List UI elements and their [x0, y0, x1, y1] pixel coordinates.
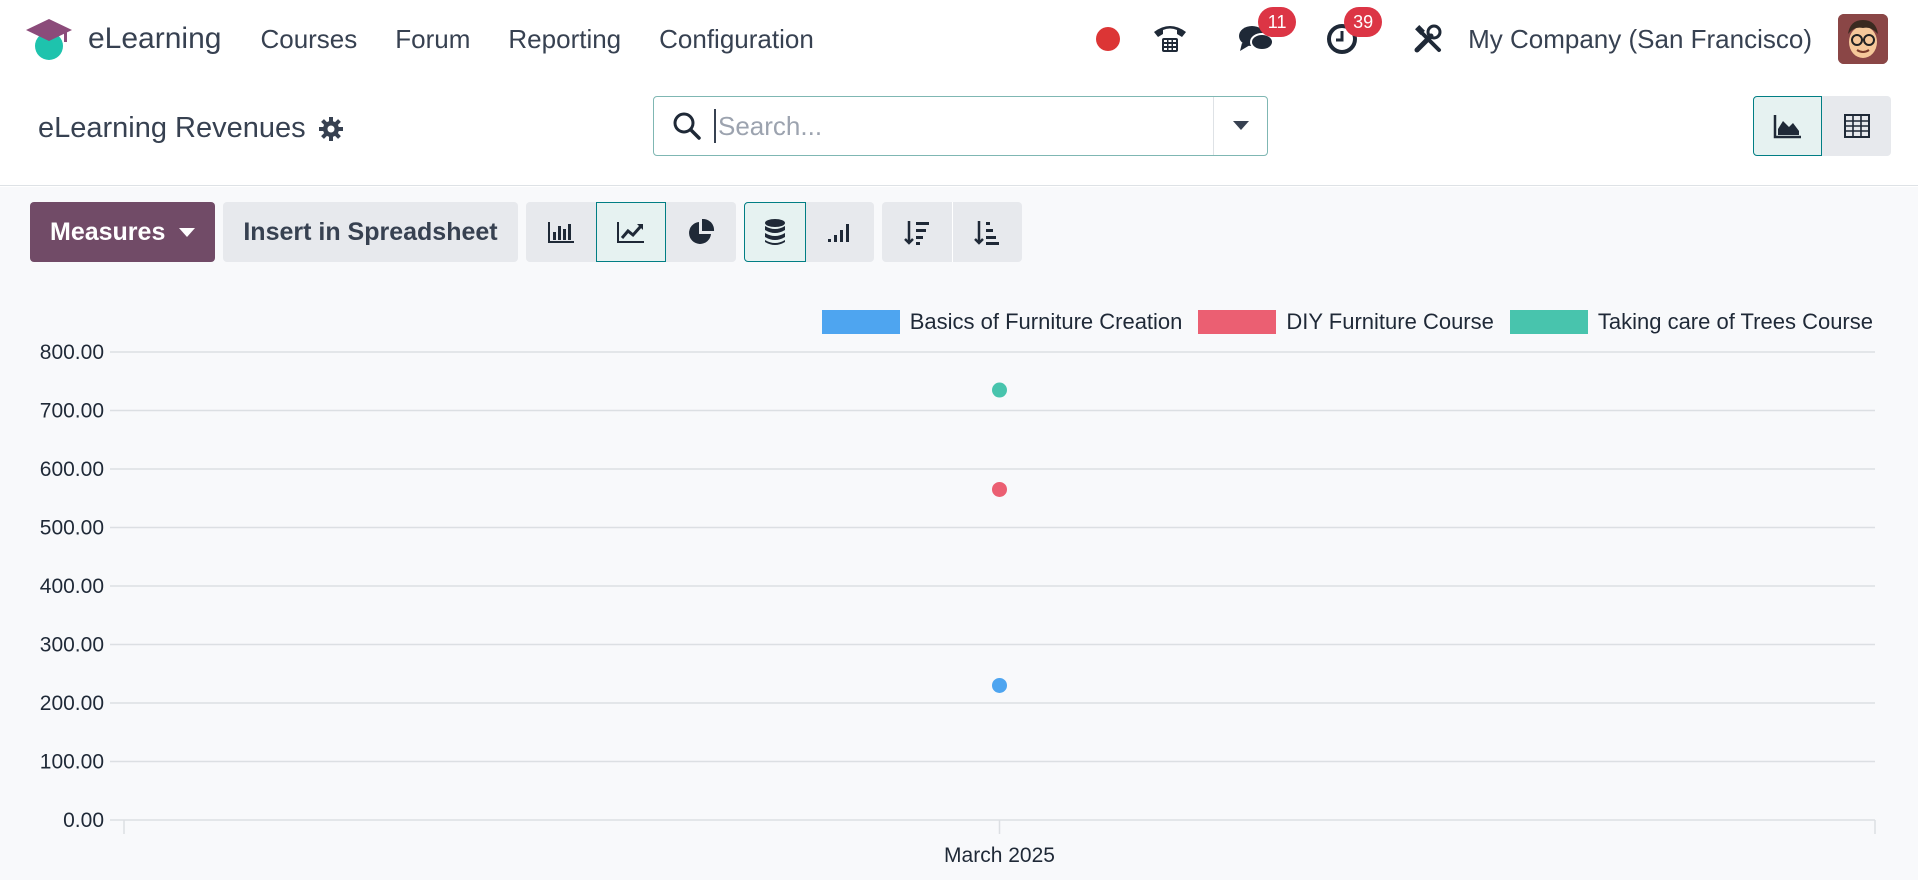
gear-icon[interactable] [318, 116, 344, 142]
activities-count-badge: 39 [1344, 7, 1383, 37]
table-icon [1843, 114, 1870, 138]
elearning-logo-icon [24, 16, 74, 62]
menu-configuration[interactable]: Configuration [640, 24, 833, 55]
x-tick-label: March 2025 [944, 844, 1055, 867]
search-input[interactable] [714, 109, 1194, 143]
chevron-down-icon [1232, 121, 1249, 130]
activities-clock-icon[interactable]: 39 [1322, 7, 1383, 59]
graph-content: Measures Insert in Spreadsheet Basics of… [0, 187, 1918, 880]
app-brand[interactable]: eLearning [24, 16, 221, 62]
y-tick-label: 500.00 [40, 517, 104, 540]
top-navbar: eLearning Courses Forum Reporting Config… [0, 0, 1918, 78]
systray: 11 39 My Company (San Francisco) [1096, 0, 1918, 78]
page-title: eLearning Revenues [38, 112, 306, 144]
y-tick-label: 200.00 [40, 692, 104, 715]
pivot-view-button[interactable] [1822, 96, 1891, 156]
area-chart-icon [1773, 115, 1801, 139]
menu-forum[interactable]: Forum [376, 24, 489, 55]
search-options-toggle[interactable] [1213, 97, 1267, 155]
y-tick-label: 400.00 [40, 575, 104, 598]
data-point [992, 481, 1007, 497]
y-tick-label: 600.00 [40, 458, 104, 481]
y-tick-label: 700.00 [40, 400, 104, 423]
messages-icon[interactable]: 11 [1236, 7, 1297, 59]
y-tick-label: 300.00 [40, 634, 104, 657]
debug-tools-icon[interactable] [1408, 19, 1448, 59]
revenue-chart: 0.00 100.00 200.00 300.00 400.00 500.00 600.00… [40, 341, 1876, 867]
y-tick-label: 0.00 [63, 809, 104, 832]
data-point [992, 382, 1007, 398]
y-tick-label: 800.00 [40, 341, 104, 364]
search-bar [653, 96, 1268, 156]
user-avatar[interactable] [1838, 14, 1888, 64]
company-switcher[interactable]: My Company (San Francisco) [1468, 24, 1812, 55]
view-switcher [1753, 96, 1891, 156]
phone-icon[interactable] [1150, 19, 1190, 59]
menu-reporting[interactable]: Reporting [489, 24, 640, 55]
breadcrumb: eLearning Revenues [38, 112, 344, 145]
messages-count-badge: 11 [1258, 7, 1297, 37]
app-name: eLearning [88, 22, 222, 55]
search-icon [672, 111, 702, 141]
data-point [992, 677, 1007, 693]
recording-indicator-icon[interactable] [1096, 27, 1121, 51]
y-tick-label: 100.00 [40, 751, 104, 774]
main-menu: Courses Forum Reporting Configuration [241, 24, 832, 55]
menu-courses[interactable]: Courses [241, 24, 376, 55]
graph-view-button[interactable] [1753, 96, 1822, 156]
control-panel: eLearning Revenues [0, 78, 1918, 186]
